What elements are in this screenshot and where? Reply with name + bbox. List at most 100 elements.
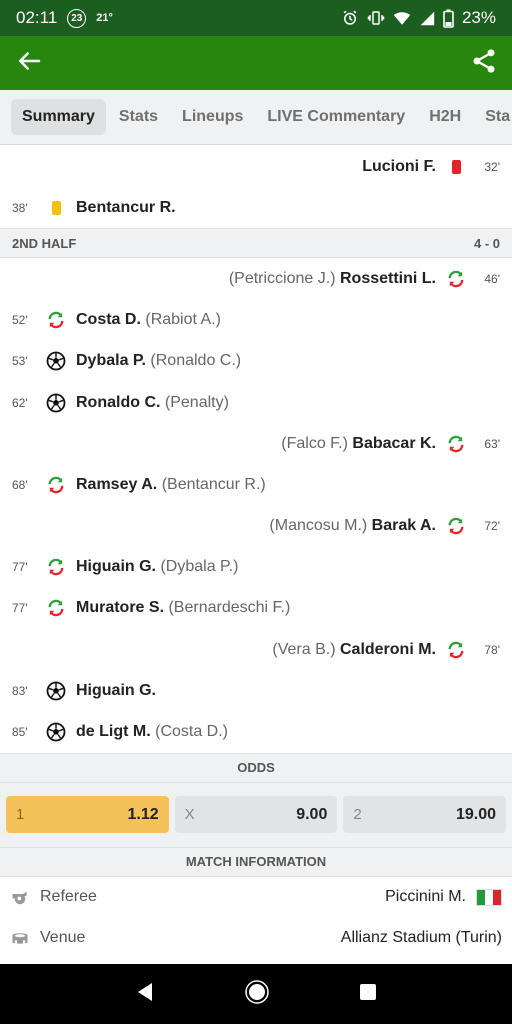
odds-away-value: 19.00 <box>455 805 497 823</box>
signal-icon <box>419 10 435 26</box>
event-row: 63' (Falco F.) Babacar K. <box>0 423 512 464</box>
event-text: (Falco F.) Babacar K. <box>281 435 436 453</box>
substitution-icon <box>446 640 466 660</box>
event-row: 85' de Ligt M. (Costa D.) <box>0 711 512 752</box>
substitution-icon <box>446 434 466 454</box>
event-player[interactable]: Lucioni F. <box>362 158 436 175</box>
recents-nav-icon[interactable] <box>358 982 378 1007</box>
event-assist: (Rabiot A.) <box>145 311 221 329</box>
match-summary: 32' Lucioni F. 38' Bentancur R. 2ND HALF 4 … <box>0 146 512 959</box>
event-row: 38' Bentancur R. <box>0 187 512 228</box>
event-text: de Ligt M. (Costa D.) <box>76 723 228 741</box>
event-text: Costa D. (Rabiot A.) <box>76 311 221 329</box>
odds-home-label: 1 <box>16 806 25 824</box>
odds-home-button[interactable]: 1 1.12 <box>6 796 169 834</box>
event-text: Dybala P. (Ronaldo C.) <box>76 352 241 370</box>
event-minute: 63' <box>484 436 500 451</box>
event-player[interactable]: Muratore S. <box>76 599 164 616</box>
substitution-icon <box>46 557 66 577</box>
event-minute: 62' <box>12 395 28 410</box>
event-player[interactable]: Higuain G. <box>76 682 156 699</box>
event-text: Ronaldo C. (Penalty) <box>76 394 229 412</box>
event-assist: (Bentancur R.) <box>161 475 266 493</box>
event-player[interactable]: Costa D. <box>76 311 141 328</box>
match-info-header: MATCH INFORMATION <box>0 846 512 877</box>
red-card-icon <box>446 157 466 177</box>
event-player[interactable]: Barak A. <box>372 517 436 534</box>
tab-lineups[interactable]: Lineups <box>171 99 254 135</box>
event-minute: 46' <box>484 271 500 286</box>
event-row: 52' Costa D. (Rabiot A.) <box>0 300 512 341</box>
stadium-icon <box>10 930 30 946</box>
system-nav-bar <box>0 964 512 1024</box>
event-assist: (Bernardeschi F.) <box>168 599 291 617</box>
event-player[interactable]: Ronaldo C. <box>76 394 160 411</box>
second-half-label: 2ND HALF <box>12 235 77 251</box>
event-player[interactable]: Dybala P. <box>76 352 146 369</box>
event-player[interactable]: Bentancur R. <box>76 199 176 216</box>
event-text: Lucioni F. <box>362 158 436 176</box>
event-minute: 32' <box>484 159 500 174</box>
tab-summary[interactable]: Summary <box>11 99 106 135</box>
event-player[interactable]: Rossettini L. <box>340 270 436 287</box>
odds-draw-label: X <box>184 806 195 824</box>
odds-header: ODDS <box>0 752 512 783</box>
tab-h2h[interactable]: H2H <box>418 99 472 135</box>
status-temperature: 21° <box>96 12 113 24</box>
event-player[interactable]: Babacar K. <box>352 435 436 452</box>
app-bar <box>0 36 512 90</box>
substitution-icon <box>46 598 66 618</box>
tab-stats[interactable]: Stats <box>108 99 169 135</box>
event-text: Ramsey A. (Bentancur R.) <box>76 476 266 494</box>
venue-value: Allianz Stadium (Turin) <box>340 929 502 947</box>
event-assist: (Ronaldo C.) <box>150 352 242 370</box>
event-assist: (Falco F.) <box>281 434 348 452</box>
event-minute: 72' <box>484 519 500 534</box>
event-assist: (Penalty) <box>164 393 229 411</box>
event-player[interactable]: Higuain G. <box>76 558 156 575</box>
referee-value: Piccinini M. <box>385 888 466 906</box>
tab-standings[interactable]: Sta <box>474 99 512 135</box>
status-time: 02:11 <box>16 8 58 27</box>
event-minute: 77' <box>12 601 28 616</box>
yellow-card-icon <box>46 198 66 218</box>
status-bar: 02:11 23 21° 23% <box>0 0 512 36</box>
home-nav-icon[interactable] <box>245 979 269 1009</box>
back-nav-icon[interactable] <box>134 981 156 1008</box>
referee-label: Referee <box>40 888 97 906</box>
whistle-icon <box>10 889 30 905</box>
event-row: 72' (Mancosu M.) Barak A. <box>0 506 512 547</box>
event-row: 78' (Vera B.) Calderoni M. <box>0 629 512 670</box>
odds-draw-button[interactable]: X 9.00 <box>174 796 338 834</box>
event-minute: 77' <box>12 560 28 575</box>
event-text: (Mancosu M.) Barak A. <box>269 517 436 535</box>
battery-percent: 23% <box>461 8 496 27</box>
event-row: 77' Higuain G. (Dybala P.) <box>0 547 512 588</box>
event-text: Higuain G. (Dybala P.) <box>76 558 238 576</box>
event-minute: 68' <box>12 477 28 492</box>
event-minute: 83' <box>12 683 28 698</box>
arrow-left-icon[interactable] <box>14 46 44 81</box>
event-text: (Vera B.) Calderoni M. <box>272 641 436 659</box>
event-assist: (Mancosu M.) <box>269 517 368 535</box>
odds-row: 1 1.12 X 9.00 2 19.00 <box>0 782 512 847</box>
tab-live-commentary[interactable]: LIVE Commentary <box>256 99 416 135</box>
wifi-icon <box>393 10 411 26</box>
odds-away-label: 2 <box>353 806 362 824</box>
event-text: Muratore S. (Bernardeschi F.) <box>76 599 290 617</box>
event-row: 83' Higuain G. <box>0 670 512 711</box>
event-minute: 38' <box>12 200 28 215</box>
odds-away-button[interactable]: 2 19.00 <box>343 796 507 834</box>
second-half-score: 4 - 0 <box>473 235 500 251</box>
event-assist: (Vera B.) <box>272 640 336 658</box>
notification-badge: 23 <box>67 8 87 28</box>
share-icon[interactable] <box>470 47 498 80</box>
referee-row: Referee Piccinini M. <box>0 877 512 918</box>
first-half-events: 32' Lucioni F. 38' Bentancur R. <box>0 146 512 228</box>
alarm-icon <box>341 9 359 27</box>
event-player[interactable]: Calderoni M. <box>340 641 436 658</box>
event-assist: (Dybala P.) <box>160 558 239 576</box>
event-player[interactable]: Ramsey A. <box>76 476 157 493</box>
venue-label: Venue <box>40 929 86 947</box>
event-player[interactable]: de Ligt M. <box>76 723 151 740</box>
